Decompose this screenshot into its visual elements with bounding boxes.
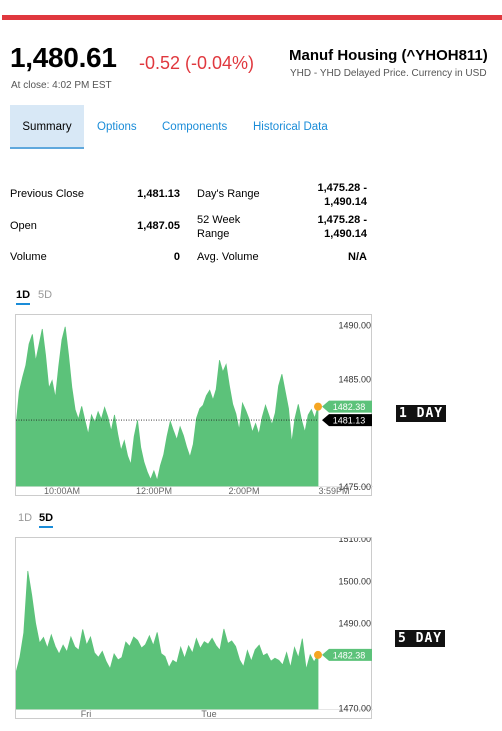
tab-historical-data[interactable]: Historical Data: [253, 105, 328, 149]
stat-label-volume: Volume: [10, 251, 47, 263]
stock-name: Manuf Housing (^YHOH811): [289, 47, 488, 64]
x-tick-label: 10:00AM: [44, 486, 80, 496]
tab-options[interactable]: Options: [97, 105, 137, 149]
stat-value-days-range: 1,475.28 - 1,490.14: [290, 181, 367, 209]
stat-value-avg-volume: N/A: [348, 251, 367, 263]
week52-range-low: 1,475.28 -: [317, 214, 367, 226]
range-tab-1d[interactable]: 1D: [16, 289, 31, 305]
days-range-high: 1,490.14: [324, 196, 367, 208]
tab-components[interactable]: Components: [162, 105, 227, 149]
price-area: [16, 570, 319, 710]
y-tick-label: 1485.00: [338, 374, 371, 384]
x-tick-label: 3:59PM: [318, 486, 349, 496]
stat-label-avg-volume: Avg. Volume: [197, 251, 259, 263]
y-tick-label: 1490.00: [338, 321, 371, 331]
days-range-low: 1,475.28 -: [317, 182, 367, 194]
top-accent-bar: [2, 15, 502, 20]
current-price-label: 1482.38: [333, 650, 366, 660]
current-price-dot: [314, 650, 322, 659]
prev-close-label: 1481.13: [333, 416, 366, 426]
stat-value-previous-close: 1,481.13: [137, 188, 180, 200]
stock-subtitle: YHD - YHD Delayed Price. Currency in USD: [290, 68, 487, 79]
stat-value-open: 1,487.05: [137, 220, 180, 232]
last-price: 1,480.61: [10, 42, 117, 73]
y-tick-label: 1500.00: [338, 576, 371, 586]
close-time: At close: 4:02 PM EST: [11, 80, 112, 91]
stat-label-open: Open: [10, 220, 37, 232]
tab-summary[interactable]: Summary: [10, 105, 84, 149]
range-tab-5d[interactable]: 5D: [38, 289, 52, 301]
week52-range-high: 1,490.14: [324, 228, 367, 240]
chart-5d-svg: 1510.00 1500.00 1490.00 1470.00 Fri Tue 1482.3…: [16, 538, 373, 719]
week52-label-line2: Range: [197, 228, 230, 240]
y-tick-label: 1510.00: [338, 538, 371, 544]
stat-value-volume: 0: [173, 251, 180, 263]
x-tick-label: 2:00PM: [228, 486, 259, 496]
stat-label-days-range: Day's Range: [197, 188, 260, 200]
x-tick-label: Fri: [81, 709, 92, 719]
y-tick-label: 1490.00: [338, 619, 371, 629]
y-tick-label: 1470.00: [338, 703, 371, 713]
range-tab-1d[interactable]: 1D: [18, 512, 32, 524]
chart-1d: 1490.00 1485.00 1475.00 10:00AM 12:00PM 2:00P…: [15, 314, 373, 496]
stat-label-52-week-range: 52 Week Range: [197, 213, 240, 241]
current-price-label: 1482.38: [333, 402, 366, 412]
price-change: -0.52 (-0.04%): [139, 53, 255, 73]
stat-label-previous-close: Previous Close: [10, 188, 84, 200]
week52-label-line1: 52 Week: [197, 214, 241, 226]
chart-1d-svg: 1490.001485.001475.0010:00AM 12:00PM 2:00P…: [16, 321, 373, 496]
price-area: [16, 326, 319, 487]
annotation-1-day: 1 DAY: [396, 405, 447, 422]
range-tab-5d[interactable]: 5D: [39, 512, 54, 528]
stat-value-52-week-range: 1,475.28 - 1,490.14: [290, 213, 367, 241]
chart-5d: 1510.00 1500.00 1490.00 1470.00 Fri Tue 1482.3…: [15, 537, 373, 719]
x-tick-label: Tue: [201, 709, 216, 719]
x-tick-label: 12:00PM: [136, 486, 172, 496]
current-price-dot: [314, 402, 322, 411]
annotation-5-day: 5 DAY: [395, 630, 446, 647]
